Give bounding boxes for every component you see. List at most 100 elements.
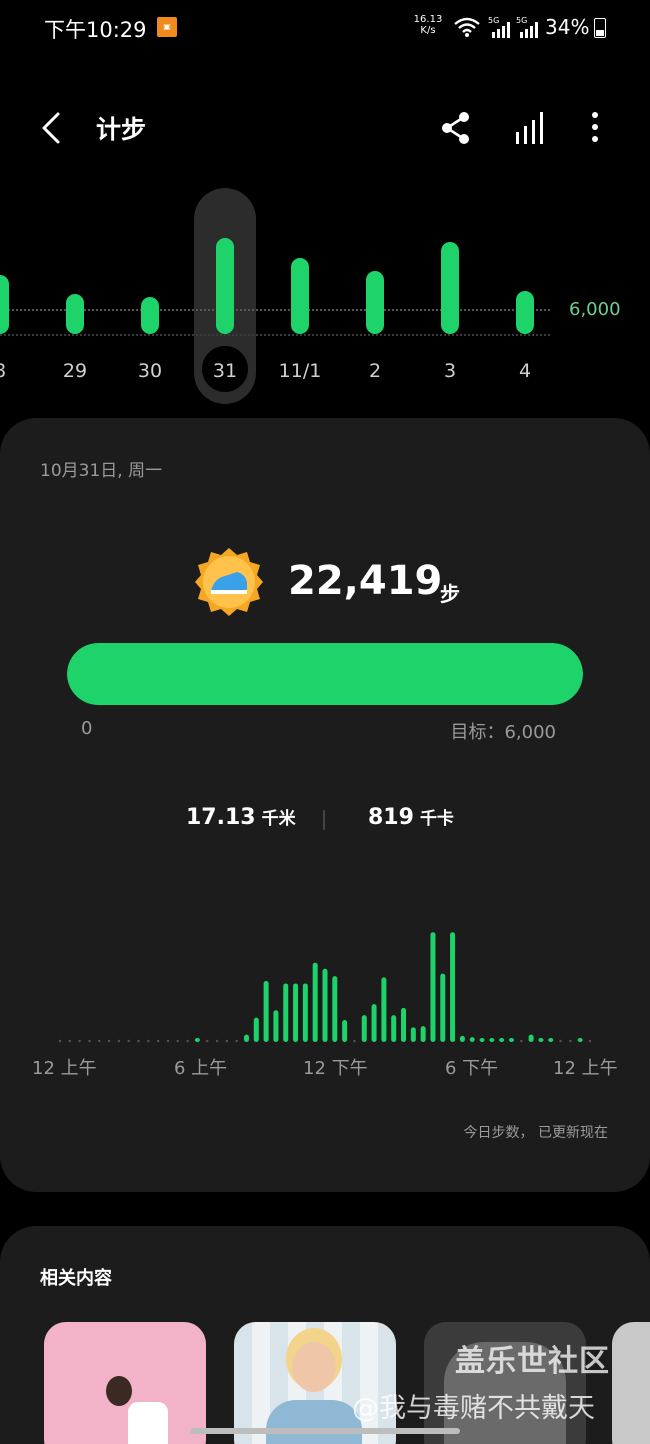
day-label[interactable]: 8 <box>0 360 30 382</box>
cellular-signal-icon: 5G <box>488 16 510 38</box>
day-bar[interactable] <box>141 296 159 334</box>
hour-bar <box>508 1038 514 1042</box>
status-time: 下午10:29 <box>44 18 147 42</box>
distance-unit: 千米 <box>261 809 296 829</box>
cellular-signal-icon-2: 5G <box>516 16 538 38</box>
steps-count: 22,419 <box>288 558 443 604</box>
day-bar[interactable] <box>0 275 9 334</box>
day-label[interactable]: 4 <box>495 360 555 382</box>
hour-bar <box>548 1038 554 1042</box>
distance-value: 17.13 <box>186 805 256 830</box>
hour-bar <box>243 1034 249 1042</box>
hour-bar <box>469 1037 475 1042</box>
day-label[interactable]: 30 <box>120 360 180 382</box>
hour-empty-dot <box>127 1039 130 1043</box>
chevron-left-icon[interactable] <box>34 108 70 148</box>
related-title: 相关内容 <box>40 1268 112 1289</box>
battery-icon <box>594 18 606 38</box>
day-label[interactable]: 2 <box>345 360 405 382</box>
day-bar[interactable] <box>216 238 234 334</box>
hour-bar <box>489 1038 495 1042</box>
hour-bar <box>273 1010 279 1042</box>
hour-bar <box>332 976 338 1042</box>
summary-date: 10月31日, 周一 <box>40 461 163 481</box>
app-header: 计步 <box>0 96 650 160</box>
distance-metric: 17.13 千米 <box>186 804 296 830</box>
hour-bar <box>391 1015 397 1042</box>
steps-unit: 步 <box>440 582 460 606</box>
hour-empty-dot <box>98 1039 101 1043</box>
network-speed-value: 16.13 <box>413 14 443 25</box>
hour-bar <box>322 968 328 1042</box>
workout-thumbnail-trainer[interactable] <box>234 1322 396 1444</box>
status-bar: 下午10:29 ▣ 16.13 K/s 5G 5G 34% <box>0 0 650 56</box>
hour-empty-dot <box>353 1039 356 1043</box>
hour-bar <box>410 1027 416 1042</box>
hour-bar <box>577 1038 583 1042</box>
hour-bar <box>459 1035 465 1042</box>
hour-bar <box>420 1026 426 1042</box>
day-bar[interactable] <box>291 258 309 334</box>
hour-bar <box>194 1038 200 1042</box>
hour-empty-dot <box>206 1039 209 1043</box>
hour-empty-dot <box>78 1039 81 1043</box>
day-bar[interactable] <box>441 242 459 334</box>
page-title: 计步 <box>96 115 147 144</box>
more-vertical-icon[interactable] <box>575 108 615 148</box>
app-notification-icon: ▣ <box>157 17 177 37</box>
day-label[interactable]: 31 <box>195 360 255 382</box>
hour-bar <box>342 1020 348 1042</box>
hour-bar <box>253 1017 259 1042</box>
hour-empty-dot <box>68 1039 72 1043</box>
hour-empty-dot <box>58 1039 62 1043</box>
progress-min: 0 <box>81 718 93 739</box>
hour-empty-dot <box>559 1039 562 1043</box>
hour-bar <box>371 1004 377 1042</box>
hour-bar <box>312 962 318 1042</box>
progress-goal: 目标：6,000 <box>450 722 556 743</box>
hour-empty-dot <box>117 1039 121 1043</box>
hour-empty-dot <box>215 1039 219 1043</box>
daily-summary-card: 10月31日, 周一 22,419 步 0 目标：6,000 17.13 千米 8… <box>0 418 650 1192</box>
workout-thumbnail-yoga[interactable] <box>44 1322 206 1444</box>
running-shoe-medal-icon <box>195 548 263 616</box>
watermark-line-1: 盖乐世社区 <box>455 1344 610 1379</box>
hour-bar <box>283 983 289 1042</box>
metric-divider <box>323 810 325 830</box>
x-tick-label: 6 下午 <box>445 1058 499 1079</box>
day-bar[interactable] <box>66 293 84 334</box>
update-status: 今日步数， 已更新现在 <box>463 1125 608 1141</box>
calories-value: 819 <box>368 805 414 830</box>
hour-empty-dot <box>235 1039 238 1043</box>
hour-bar <box>381 977 387 1042</box>
calories-metric: 819 千卡 <box>368 804 454 830</box>
hour-bar <box>440 973 446 1042</box>
baseline <box>0 334 550 336</box>
goal-progress-fill <box>67 643 583 705</box>
day-label[interactable]: 3 <box>420 360 480 382</box>
day-label[interactable]: 11/1 <box>270 360 330 382</box>
hour-empty-dot <box>520 1039 523 1043</box>
day-bar[interactable] <box>516 291 534 334</box>
hour-bar <box>538 1038 544 1042</box>
day-bar[interactable] <box>366 271 384 334</box>
workout-thumbnail-partial[interactable] <box>612 1322 650 1444</box>
bar-chart-icon[interactable] <box>510 108 550 148</box>
hour-empty-dot <box>107 1039 111 1043</box>
hour-empty-dot <box>156 1039 160 1043</box>
hour-bar <box>450 932 456 1042</box>
home-indicator[interactable] <box>190 1428 460 1434</box>
day-label[interactable]: 29 <box>45 360 105 382</box>
hour-bar <box>401 1007 407 1042</box>
hour-bar <box>361 1015 367 1042</box>
hour-bar <box>293 983 299 1042</box>
hour-empty-dot <box>176 1039 179 1043</box>
goal-label: 6,000 <box>569 299 621 320</box>
hour-bar <box>263 981 269 1042</box>
hour-empty-dot <box>569 1039 572 1043</box>
daily-steps-strip[interactable]: 6,000 8 29 30 31 11/1 234 <box>0 180 650 410</box>
share-icon[interactable] <box>436 108 476 148</box>
hour-empty-dot <box>147 1039 150 1043</box>
hourly-steps-chart[interactable]: 12 上午 6 上午 12 下午 6 下午 12 上午 <box>0 908 650 1088</box>
hourly-bars <box>58 932 592 1043</box>
